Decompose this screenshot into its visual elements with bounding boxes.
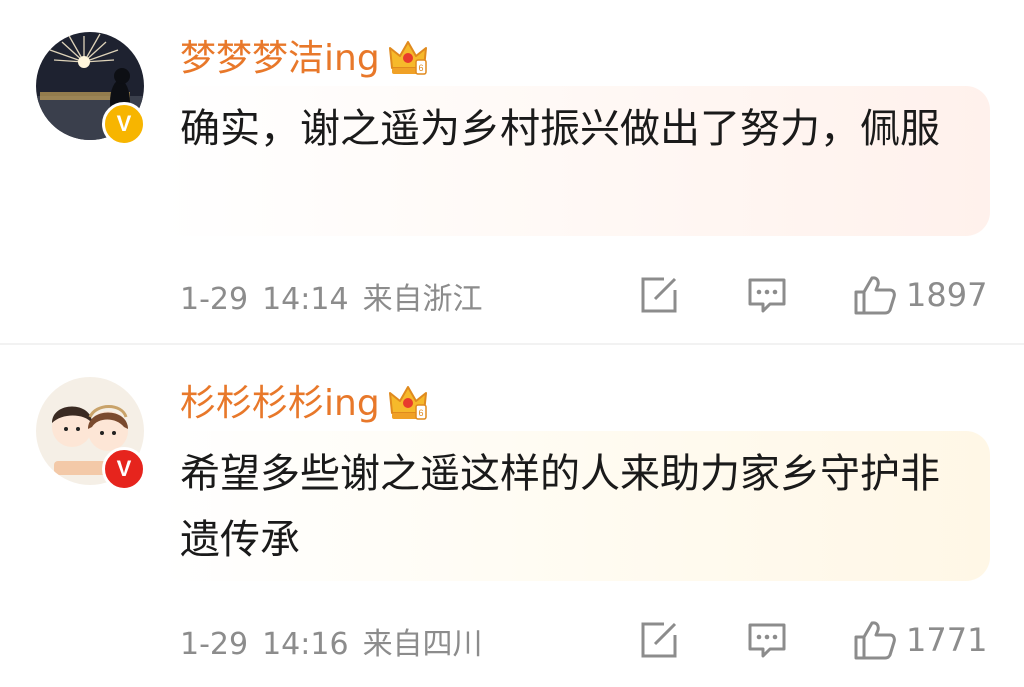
- username[interactable]: 梦梦梦洁ing: [180, 34, 380, 84]
- comment-text: 希望多些谢之遥这样的人来助力家乡守护非遗传承: [180, 451, 940, 563]
- comment-date: 1-29: [180, 282, 249, 317]
- comment-item: V 梦梦梦洁ing 6 确实，谢之遥为乡村振兴做出了努力，佩服 1-29 14:1…: [0, 0, 1024, 343]
- thumbs-up-icon[interactable]: [852, 619, 898, 661]
- username[interactable]: 杉杉杉杉ing: [180, 379, 380, 429]
- share-icon[interactable]: [638, 274, 680, 316]
- comment-text: 确实，谢之遥为乡村振兴做出了努力，佩服: [180, 106, 940, 152]
- crown-icon: 6: [389, 386, 427, 420]
- comment-icon[interactable]: [746, 274, 788, 316]
- comment-location: 来自四川: [362, 627, 483, 662]
- comment-time: 14:14: [262, 282, 349, 317]
- comment-time: 14:16: [262, 627, 349, 662]
- like-count: 1771: [906, 621, 988, 659]
- thumbs-up-icon[interactable]: [852, 274, 898, 316]
- comment-meta: 1-29 14:16 来自四川: [180, 619, 497, 663]
- share-icon[interactable]: [638, 619, 680, 661]
- svg-text:6: 6: [418, 63, 423, 73]
- comment-icon[interactable]: [746, 619, 788, 661]
- crown-icon: 6: [389, 41, 427, 75]
- verified-badge-icon: V: [102, 447, 146, 491]
- svg-text:6: 6: [418, 408, 423, 418]
- like-count: 1897: [906, 276, 988, 314]
- comment-date: 1-29: [180, 627, 249, 662]
- comment-location: 来自浙江: [362, 282, 483, 317]
- verified-badge-icon: V: [102, 102, 146, 146]
- comment-item: V 杉杉杉杉ing 6 希望多些谢之遥这样的人来助力家乡守护非遗传承 1-29 1…: [0, 345, 1024, 687]
- comment-meta: 1-29 14:14 来自浙江: [180, 274, 497, 318]
